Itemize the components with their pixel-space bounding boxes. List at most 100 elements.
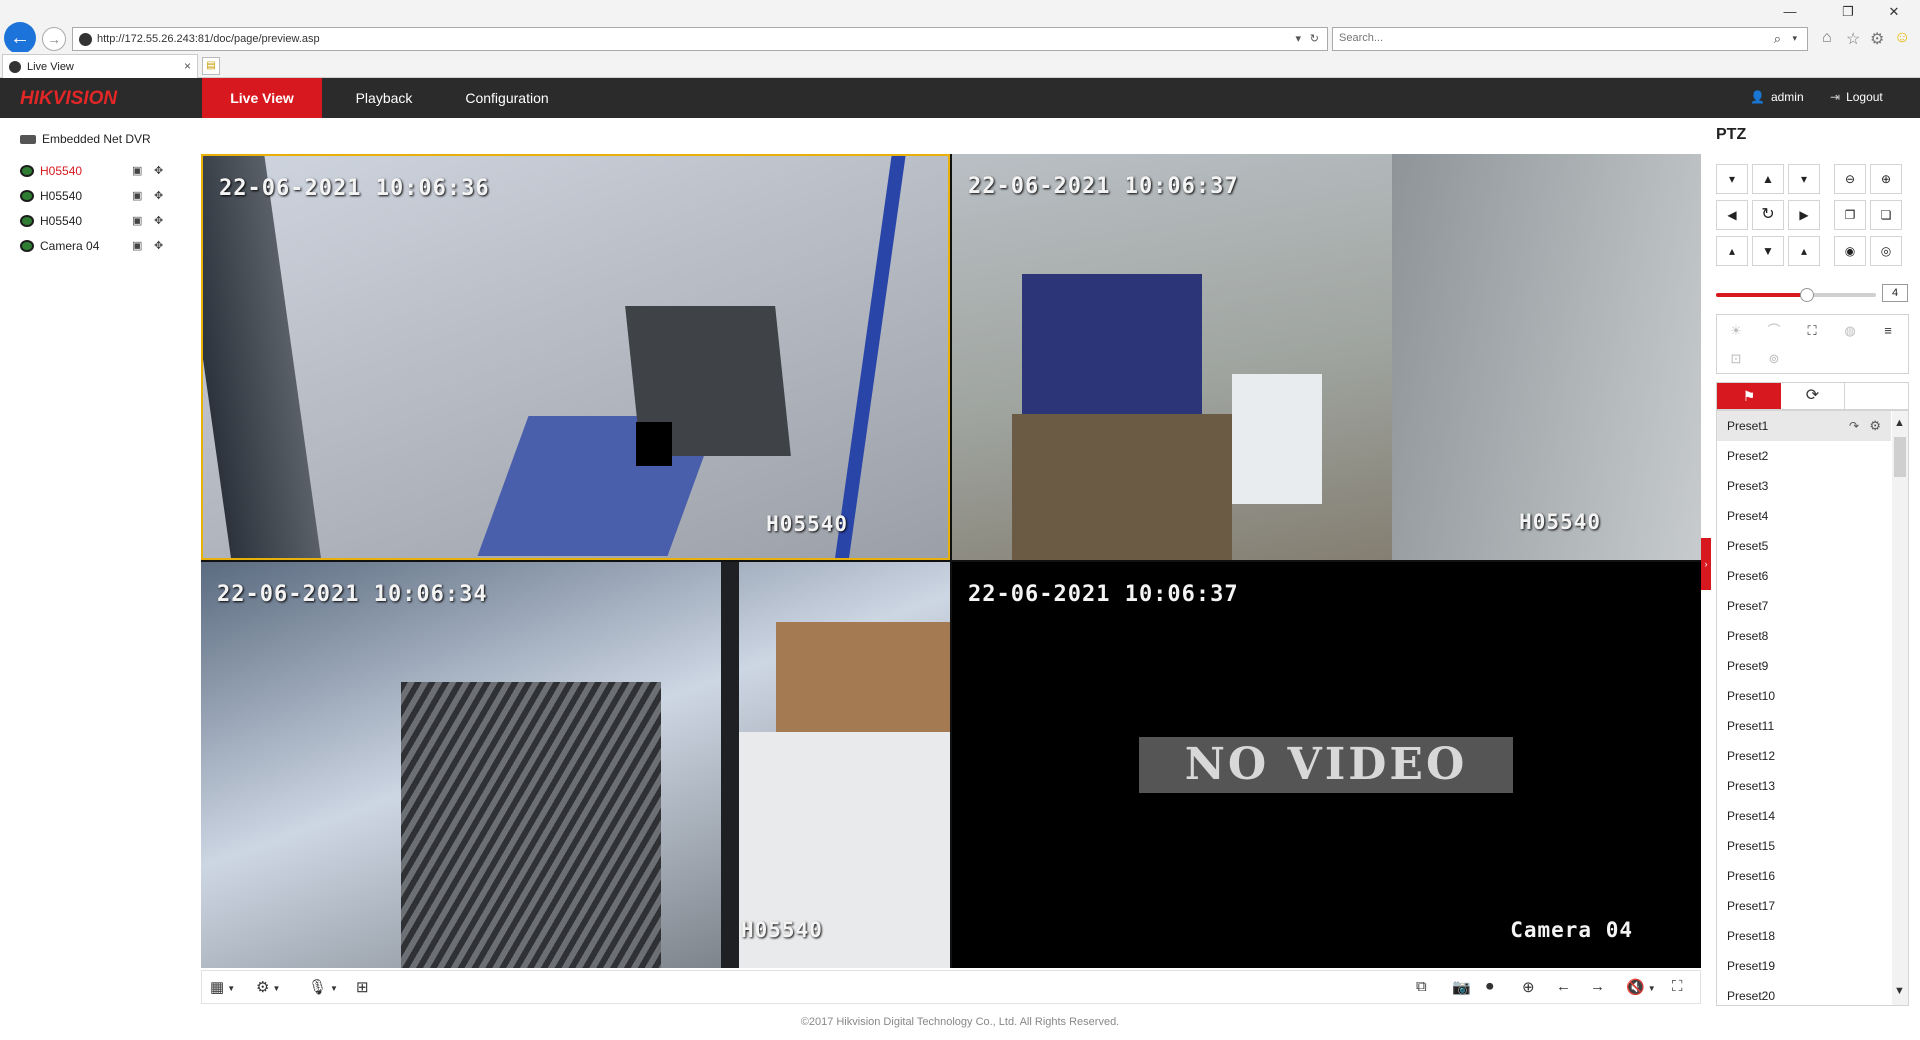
auxiliary-focus-icon[interactable]: ⛶ — [1793, 317, 1831, 345]
focus-near-icon[interactable]: ❐ — [1834, 200, 1866, 230]
new-tab-button[interactable]: ▤ — [202, 57, 220, 75]
fullscreen-icon[interactable]: ⛶ — [1672, 978, 1683, 995]
preset-item[interactable]: Preset17 — [1717, 891, 1891, 921]
preset-item[interactable]: Preset20 — [1717, 981, 1891, 1005]
video-tile-4[interactable]: 22-06-2021 10:06:37 NO VIDEO Camera 04 — [952, 562, 1701, 968]
ptz-up-left-icon[interactable]: ▾ — [1716, 164, 1748, 194]
ptz-down-left-icon[interactable]: ▴ — [1716, 236, 1748, 266]
scroll-down-icon[interactable]: ▼ — [1894, 985, 1905, 997]
video-tile-1[interactable]: 22-06-2021 10:06:36 H05540 — [201, 154, 950, 560]
ptz-left-icon[interactable]: ◀ — [1716, 200, 1748, 230]
record-icon[interactable]: ⏺ — [1486, 978, 1494, 995]
tab-close-icon[interactable]: × — [184, 59, 191, 73]
ptz-right-icon[interactable]: ▶ — [1788, 200, 1820, 230]
ptz-icon[interactable]: ✥ — [154, 214, 163, 227]
tab-live-view[interactable]: Live View — [202, 78, 322, 118]
refresh-icon[interactable]: ↻ — [1310, 32, 1319, 45]
set-preset-gear-icon[interactable]: ⚙ — [1869, 411, 1881, 441]
speed-slider-thumb[interactable] — [1800, 288, 1815, 302]
ptz-icon[interactable]: ✥ — [154, 164, 163, 177]
restore-icon[interactable]: ❐ — [1834, 4, 1862, 20]
preset-item[interactable]: Preset13 — [1717, 771, 1891, 801]
url-dropdown-icon[interactable]: ▾ — [1295, 32, 1301, 45]
wiper-icon[interactable]: ⌒ — [1755, 317, 1793, 345]
preset-scrollbar[interactable]: ▲ ▼ — [1892, 411, 1908, 1005]
search-input[interactable] — [1339, 32, 1739, 44]
ptz-auto-icon[interactable]: ↻ — [1752, 200, 1784, 230]
tab-playback[interactable]: Playback — [334, 78, 434, 118]
preset-item[interactable]: Preset4 — [1717, 501, 1891, 531]
close-window-icon[interactable]: ✕ — [1880, 4, 1908, 20]
grid-layout-icon[interactable]: ▦ ▼ — [210, 978, 235, 996]
record-icon[interactable]: ▣ — [132, 164, 142, 177]
call-preset-icon[interactable]: ↷ — [1849, 411, 1859, 441]
manual-tracking-icon[interactable]: ⊡ — [1717, 345, 1755, 373]
ptz-collapse-handle[interactable]: › — [1701, 538, 1711, 590]
preset-item[interactable]: Preset16 — [1717, 861, 1891, 891]
light-icon[interactable]: ☀ — [1717, 317, 1755, 345]
smiley-feedback-icon[interactable]: ☺ — [1894, 29, 1910, 47]
tab-configuration[interactable]: Configuration — [448, 78, 566, 118]
home-icon[interactable]: ⌂ — [1822, 29, 1832, 47]
preset-item[interactable]: Preset14 — [1717, 801, 1891, 831]
record-icon[interactable]: ▣ — [132, 214, 142, 227]
iris-close-icon[interactable]: ◎ — [1870, 236, 1902, 266]
preset-item[interactable]: Preset7 — [1717, 591, 1891, 621]
favorites-icon[interactable]: ☆ — [1846, 29, 1860, 49]
ptz-down-icon[interactable]: ▼ — [1752, 236, 1784, 266]
logout-button[interactable]: ⇥ Logout — [1830, 90, 1883, 104]
record-icon[interactable]: ▣ — [132, 189, 142, 202]
tree-root-dvr[interactable]: Embedded Net DVR — [20, 132, 151, 146]
patrol-tab-icon[interactable]: ⟳ — [1781, 383, 1845, 409]
forward-button[interactable]: → — [42, 27, 66, 51]
preset-item[interactable]: Preset18 — [1717, 921, 1891, 951]
arrow-right-icon[interactable]: → — [1590, 978, 1605, 995]
record-icon[interactable]: ▣ — [132, 239, 142, 252]
preset-item[interactable]: Preset2 — [1717, 441, 1891, 471]
volume-icon[interactable]: 🔇 ▼ — [1626, 978, 1656, 996]
search-dropdown-icon[interactable]: ▾ — [1792, 33, 1797, 44]
map-icon[interactable]: ⊞ — [356, 978, 369, 996]
ptz-up-icon[interactable]: ▲ — [1752, 164, 1784, 194]
start-all-icon[interactable]: ⧉ — [1416, 978, 1427, 995]
ptz-icon[interactable]: ✥ — [154, 239, 163, 252]
camera-item-4[interactable]: Camera 04 ▣ ✥ — [20, 237, 180, 257]
camera-item-2[interactable]: H05540 ▣ ✥ — [20, 187, 180, 207]
scrollbar-thumb[interactable] — [1894, 437, 1906, 477]
stream-type-icon[interactable]: ⚙ ▼ — [256, 978, 280, 996]
preset-item[interactable]: Preset12 — [1717, 741, 1891, 771]
preset-tab-flag-icon[interactable]: ⚑ — [1717, 383, 1781, 409]
preset-item[interactable]: Preset11 — [1717, 711, 1891, 741]
focus-far-icon[interactable]: ❏ — [1870, 200, 1902, 230]
3d-zoom-icon[interactable]: ⊚ — [1755, 345, 1793, 373]
preset-item[interactable]: Preset6 — [1717, 561, 1891, 591]
search-icon[interactable]: ⌕ — [1774, 31, 1781, 47]
preset-item[interactable]: Preset9 — [1717, 651, 1891, 681]
browser-tab-live-view[interactable]: Live View × — [2, 54, 198, 78]
zoom-out-icon[interactable]: ⊖ — [1834, 164, 1866, 194]
url-field[interactable]: http://172.55.26.243:81/doc/page/preview… — [72, 27, 1328, 51]
arrow-left-icon[interactable]: ← — [1556, 978, 1571, 995]
minimize-icon[interactable]: — — [1776, 4, 1804, 19]
back-button[interactable]: ← — [4, 22, 36, 54]
preset-item[interactable]: Preset19 — [1717, 951, 1891, 981]
iris-open-icon[interactable]: ◉ — [1834, 236, 1866, 266]
scroll-up-icon[interactable]: ▲ — [1894, 417, 1905, 429]
browser-search[interactable]: ⌕ ▾ — [1332, 27, 1808, 51]
snapshot-camera-icon[interactable]: 📷 — [1452, 978, 1471, 996]
ptz-speed-slider[interactable] — [1716, 288, 1876, 302]
camera-item-1[interactable]: H05540 ▣ ✥ — [20, 162, 180, 182]
ptz-up-right-icon[interactable]: ▾ — [1788, 164, 1820, 194]
preset-item[interactable]: Preset1 ↷ ⚙ — [1717, 411, 1891, 441]
preset-item[interactable]: Preset15 — [1717, 831, 1891, 861]
preset-item[interactable]: Preset5 — [1717, 531, 1891, 561]
preset-item[interactable]: Preset8 — [1717, 621, 1891, 651]
user-menu[interactable]: 👤 admin — [1750, 90, 1804, 104]
lens-init-icon[interactable]: ◍ — [1831, 317, 1869, 345]
ptz-icon[interactable]: ✥ — [154, 189, 163, 202]
preset-item[interactable]: Preset3 — [1717, 471, 1891, 501]
url-text[interactable]: http://172.55.26.243:81/doc/page/preview… — [97, 33, 320, 45]
menu-icon[interactable]: ≡ — [1869, 317, 1907, 345]
video-tile-3[interactable]: 22-06-2021 10:06:34 H05540 — [201, 562, 950, 968]
settings-gear-icon[interactable]: ⚙ — [1870, 29, 1884, 49]
